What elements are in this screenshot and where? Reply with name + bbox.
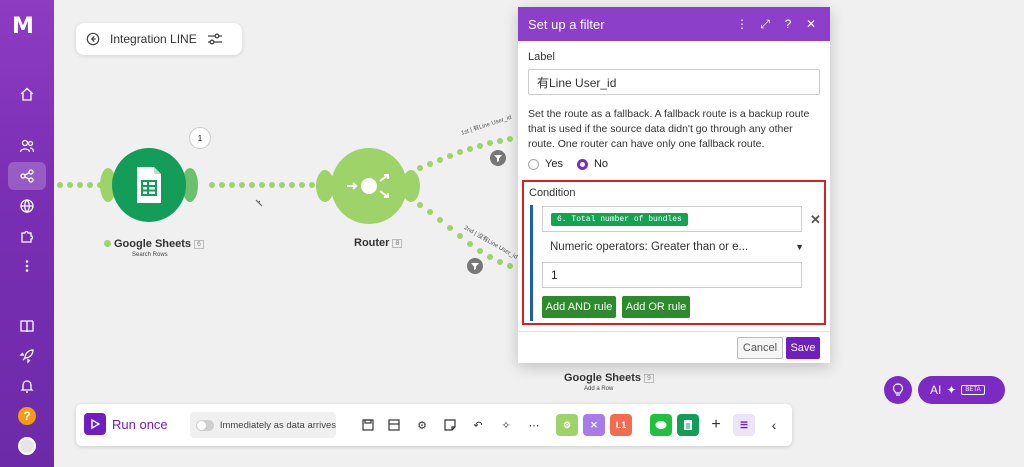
radio-yes[interactable] — [528, 158, 539, 170]
condition-value-field[interactable]: 1 — [542, 262, 802, 288]
schedule-toggle[interactable]: Immediately as data arrives — [190, 412, 336, 438]
google-sheets-add-label: Google Sheets 9 — [564, 372, 654, 384]
operator-value: Numeric operators: Greater than or e... — [550, 241, 749, 253]
condition-title: Condition — [529, 187, 576, 199]
scenario-title-bar: Integration LINE — [76, 23, 242, 55]
line-app-icon[interactable] — [650, 414, 672, 436]
more-vertical-icon[interactable]: ⋮ — [733, 17, 751, 31]
node-number: 6 — [194, 239, 204, 249]
play-icon — [84, 413, 106, 435]
save-button[interactable]: Save — [786, 337, 820, 359]
condition-group-bar — [530, 205, 533, 321]
radio-yes-label: Yes — [545, 158, 563, 170]
fallback-radio-group: Yes No — [528, 158, 820, 170]
router-label: Router 8 — [354, 237, 403, 249]
condition-section: Condition 6. Total number of bundles ✕ N… — [522, 180, 826, 325]
sliders-icon[interactable] — [207, 32, 223, 46]
chevron-left-icon[interactable]: ‹ — [766, 417, 782, 433]
label-input[interactable]: 有Line User_id — [528, 69, 820, 95]
sheets-icon — [137, 167, 161, 203]
cancel-button[interactable]: Cancel — [737, 337, 783, 359]
flow-control-icon[interactable]: ✕ — [583, 414, 605, 436]
checklist-icon[interactable]: ☰ — [733, 414, 755, 436]
more-horizontal-icon[interactable]: ⋯ — [526, 417, 542, 433]
status-dot — [104, 240, 111, 247]
note-icon[interactable] — [442, 417, 458, 433]
chevron-down-icon: ▼ — [795, 242, 804, 252]
beta-badge: BETA — [961, 385, 985, 395]
bottom-toolbar: Run once Immediately as data arrives ⚙ ↶… — [76, 404, 792, 446]
bundle-count-bubble[interactable]: 1 — [189, 127, 211, 149]
node-name: Router — [354, 237, 390, 249]
save-disk-icon[interactable] — [360, 417, 376, 433]
node-name: Google Sheets — [564, 372, 642, 384]
canvas-connections — [57, 136, 513, 269]
node-name: Google Sheets — [114, 238, 192, 250]
radio-no-label: No — [593, 158, 609, 170]
run-once-button[interactable]: Run once — [84, 413, 168, 435]
scenario-title[interactable]: Integration LINE — [110, 32, 197, 46]
dialog-title: Set up a filter — [528, 16, 605, 32]
dialog-body: Label 有Line User_id Set the route as a f… — [518, 41, 830, 170]
gear-icon[interactable]: ⚙ — [414, 417, 430, 433]
dialog-header: Set up a filter ⋮ ⤢ ? ✕ — [518, 7, 830, 41]
add-icon[interactable]: + — [708, 416, 724, 433]
bulb-icon[interactable] — [884, 376, 912, 404]
label-title: Label — [528, 51, 555, 63]
operator-select[interactable]: Numeric operators: Greater than or e... … — [550, 236, 804, 258]
ai-label: AI — [930, 383, 942, 397]
sparkle-icon: ✦ — [946, 383, 957, 397]
filter-dialog: Set up a filter ⋮ ⤢ ? ✕ Label 有Line User… — [518, 7, 830, 363]
google-sheets-sub: Search Rows — [132, 252, 168, 258]
router-node[interactable] — [331, 148, 407, 224]
ai-assistant-button[interactable]: AI ✦ BETA — [918, 376, 1005, 404]
run-once-label: Run once — [112, 416, 168, 432]
wrench-icon — [255, 199, 263, 207]
radio-no[interactable] — [576, 158, 588, 170]
add-or-rule-button[interactable]: Add OR rule — [622, 296, 690, 318]
tools-icon[interactable]: ⚙ — [556, 414, 578, 436]
magic-wand-icon[interactable]: ✧ — [498, 417, 514, 433]
filter-icon[interactable] — [467, 258, 483, 274]
add-and-rule-button[interactable]: Add AND rule — [542, 296, 616, 318]
toggle-switch[interactable] — [196, 419, 214, 431]
text-parser-icon[interactable]: L1 — [610, 414, 632, 436]
dialog-footer: Cancel Save — [518, 331, 830, 363]
google-sheets-add-sub: Add a Row — [584, 386, 614, 392]
condition-operand-field[interactable]: 6. Total number of bundles — [542, 206, 802, 232]
node-number: 8 — [392, 238, 403, 248]
undo-icon[interactable]: ↶ — [470, 417, 486, 433]
node-number: 9 — [644, 373, 654, 383]
help-icon[interactable]: ? — [779, 17, 797, 31]
router-icon — [347, 174, 389, 198]
close-icon[interactable]: ✕ — [802, 17, 820, 31]
sheets-app-icon[interactable] — [677, 414, 699, 436]
remove-condition-icon[interactable]: ✕ — [810, 212, 821, 228]
google-sheets-node[interactable] — [112, 148, 186, 222]
schedule-label: Immediately as data arrives — [219, 419, 336, 431]
expand-icon[interactable]: ⤢ — [756, 17, 774, 32]
variable-pill[interactable]: 6. Total number of bundles — [551, 212, 688, 226]
template-icon[interactable] — [386, 417, 402, 433]
fallback-description: Set the route as a fallback. A fallback … — [528, 108, 810, 150]
filter-icon[interactable] — [490, 150, 506, 166]
google-sheets-label: Google Sheets 6 — [104, 238, 204, 250]
back-arrow-icon[interactable] — [86, 32, 100, 46]
